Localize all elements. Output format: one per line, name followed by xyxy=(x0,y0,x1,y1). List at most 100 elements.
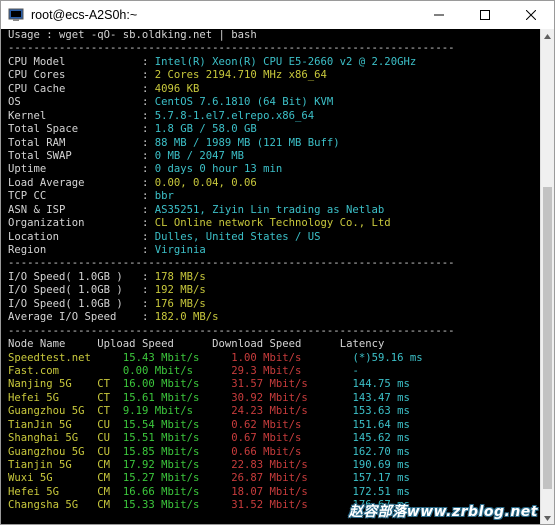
scroll-down-arrow-icon xyxy=(544,515,551,521)
sysinfo-row: Total Space : 1.8 GB / 58.0 GB xyxy=(8,123,540,136)
download-speed: 0.67 Mbit/s xyxy=(231,432,353,445)
close-button[interactable] xyxy=(508,1,554,29)
speedtest-header-row: Node Name Upload Speed Download Speed La… xyxy=(8,338,540,351)
io-speed-label: Average I/O Speed xyxy=(8,311,130,324)
scrollbar-thumb[interactable] xyxy=(543,187,552,489)
scroll-up-arrow-icon xyxy=(544,33,551,39)
sysinfo-row: Organization : CL Online network Technol… xyxy=(8,217,540,230)
minimize-button[interactable] xyxy=(416,1,462,29)
terminal-output[interactable]: Usage : wget -qO- sb.oldking.net | bash … xyxy=(1,29,540,524)
separator-line: ----------------------------------------… xyxy=(8,257,455,270)
io-speed-label: I/O Speed( 1.0GB ) xyxy=(8,297,130,310)
download-speed: 31.57 Mbit/s xyxy=(231,378,353,391)
io-speed-section: I/O Speed( 1.0GB ) : 178 MB/s I/O Speed( … xyxy=(8,271,540,325)
sysinfo-separator: : xyxy=(122,55,155,68)
sysinfo-label: TCP CC xyxy=(8,190,123,203)
sysinfo-row: OS : CentOS 7.6.1810 (64 Bit) KVM xyxy=(8,96,540,109)
upload-speed: 15.27 Mbit/s xyxy=(122,472,232,485)
sysinfo-separator: : xyxy=(122,96,155,109)
download-speed: 26.87 Mbit/s xyxy=(231,472,353,485)
node-name: Wuxi 5G xyxy=(8,472,98,485)
scroll-down-button[interactable] xyxy=(541,511,554,524)
sysinfo-label: Total SWAP xyxy=(8,149,123,162)
upload-speed: 15.33 Mbit/s xyxy=(122,499,232,512)
io-speed-separator: : xyxy=(129,270,155,283)
io-speed-separator: : xyxy=(129,311,155,324)
speedtest-row: Guangzhou 5G CU 15.85 Mbit/s 0.66 Mbit/s… xyxy=(8,446,540,459)
latency: 143.47 ms xyxy=(352,391,410,404)
sysinfo-separator: : xyxy=(122,82,155,95)
sysinfo-label: Load Average xyxy=(8,176,123,189)
latency: 162.70 ms xyxy=(352,445,410,458)
io-speed-label: I/O Speed( 1.0GB ) xyxy=(8,284,130,297)
header-latency: Latency xyxy=(339,338,385,351)
latency: 157.17 ms xyxy=(352,472,410,485)
io-speed-row: I/O Speed( 1.0GB ) : 176 MB/s xyxy=(8,298,540,311)
vertical-scrollbar[interactable] xyxy=(540,29,554,524)
latency: 172.51 ms xyxy=(352,485,410,498)
sysinfo-row: TCP CC : bbr xyxy=(8,190,540,203)
node-name: Nanjing 5G xyxy=(8,378,98,391)
sysinfo-separator: : xyxy=(122,123,155,136)
download-speed: 31.52 Mbit/s xyxy=(231,499,353,512)
node-name: Fast.com xyxy=(8,364,98,377)
io-speed-value: 178 MB/s xyxy=(154,270,206,283)
sysinfo-label: OS xyxy=(8,96,123,109)
header-pad xyxy=(65,338,97,350)
download-speed: 29.3 Mbit/s xyxy=(231,364,353,377)
node-name: Hefei 5G xyxy=(8,391,98,404)
sysinfo-label: Organization xyxy=(8,217,123,230)
sysinfo-row: Uptime : 0 days 0 hour 13 min xyxy=(8,163,540,176)
io-speed-value: 176 MB/s xyxy=(154,297,206,310)
upload-speed: 16.66 Mbit/s xyxy=(122,485,232,498)
upload-speed: 15.54 Mbit/s xyxy=(122,418,232,431)
sysinfo-value: Virginia xyxy=(154,244,206,256)
speedtest-row: Nanjing 5G CT 16.00 Mbit/s 31.57 Mbit/s … xyxy=(8,378,540,391)
sysinfo-label: Total Space xyxy=(8,123,123,136)
sysinfo-label: Kernel xyxy=(8,109,123,122)
scroll-up-button[interactable] xyxy=(541,29,554,43)
sysinfo-row: ASN & ISP : AS35251, Ziyin Lin trading a… xyxy=(8,204,540,217)
node-carrier: CM xyxy=(97,459,123,471)
upload-speed: 15.85 Mbit/s xyxy=(122,445,232,458)
sysinfo-label: Region xyxy=(8,244,123,256)
download-speed: 1.00 Mbit/s xyxy=(231,351,353,364)
speedtest-row: TianJin 5G CU 15.54 Mbit/s 0.62 Mbit/s 1… xyxy=(8,419,540,432)
speedtest-row: Hefei 5G CM 16.66 Mbit/s 18.07 Mbit/s 17… xyxy=(8,486,540,499)
node-name: Guangzhou 5G xyxy=(8,445,98,458)
sysinfo-separator: : xyxy=(122,176,155,189)
latency: 151.64 ms xyxy=(352,418,410,431)
node-carrier xyxy=(97,365,123,377)
title-bar[interactable]: root@ecs-A2S0h:~ xyxy=(1,1,554,29)
speedtest-row: Shanghai 5G CU 15.51 Mbit/s 0.67 Mbit/s … xyxy=(8,432,540,445)
sysinfo-value: AS35251, Ziyin Lin trading as Netlab xyxy=(154,203,385,216)
latency: 145.62 ms xyxy=(352,432,410,445)
sysinfo-row: CPU Model : Intel(R) Xeon(R) CPU E5-2660… xyxy=(8,56,540,69)
maximize-button[interactable] xyxy=(462,1,508,29)
download-speed: 22.83 Mbit/s xyxy=(231,459,353,471)
sysinfo-label: Uptime xyxy=(8,163,123,176)
sysinfo-row: Total SWAP : 0 MB / 2047 MB xyxy=(8,150,540,163)
sysinfo-separator: : xyxy=(122,190,155,203)
sysinfo-value: bbr xyxy=(154,190,174,203)
sysinfo-value: 0 MB / 2047 MB xyxy=(154,149,244,162)
upload-speed: 17.92 Mbit/s xyxy=(122,459,232,471)
sysinfo-separator: : xyxy=(122,109,155,122)
maximize-icon xyxy=(480,10,490,20)
upload-speed: 9.19 Mbit/s xyxy=(122,405,232,418)
node-carrier: CM xyxy=(97,485,123,498)
window-title: root@ecs-A2S0h:~ xyxy=(31,8,138,22)
putty-terminal-icon[interactable] xyxy=(7,8,25,22)
sysinfo-separator: : xyxy=(122,230,155,243)
speedtest-row: Wuxi 5G CM 15.27 Mbit/s 26.87 Mbit/s 157… xyxy=(8,472,540,485)
upload-speed: 0.00 Mbit/s xyxy=(122,364,232,377)
sysinfo-value: 0.00, 0.04, 0.06 xyxy=(154,176,257,189)
close-icon xyxy=(526,10,536,20)
download-speed: 0.62 Mbit/s xyxy=(231,418,353,431)
sysinfo-value: 88 MB / 1989 MB (121 MB Buff) xyxy=(154,136,340,149)
speedtest-row: Guangzhou 5G CT 9.19 Mbit/s 24.23 Mbit/s… xyxy=(8,405,540,418)
node-name: Tianjin 5G xyxy=(8,459,98,471)
node-carrier: CU xyxy=(97,432,123,445)
node-carrier: CM xyxy=(97,472,123,485)
latency: (*)59.16 ms xyxy=(352,351,423,364)
